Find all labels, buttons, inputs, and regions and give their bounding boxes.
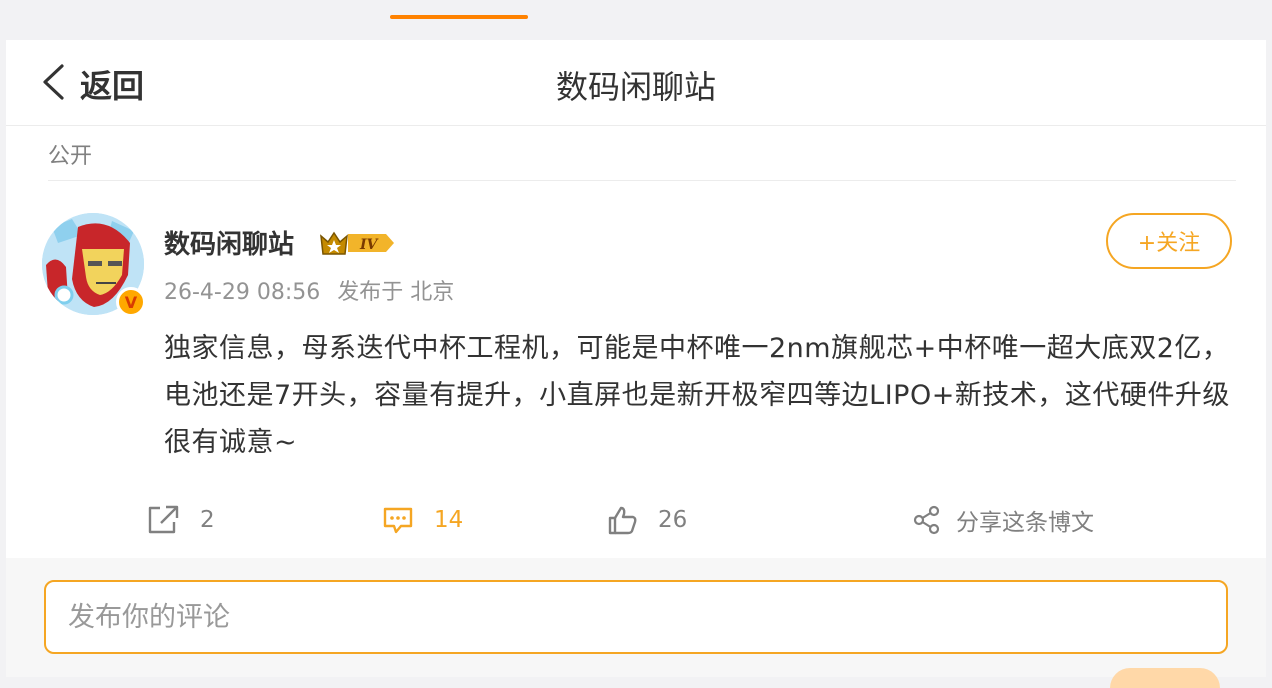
repost-count: 2 — [200, 507, 215, 533]
share-label: 分享这条博文 — [956, 510, 1094, 536]
send-button-edge[interactable] — [1110, 668, 1220, 688]
share-button[interactable]: 分享这条博文 — [912, 492, 1094, 548]
repost-icon — [148, 505, 179, 534]
header-bar: 返回 数码闲聊站 — [6, 40, 1266, 126]
follow-button[interactable]: +关注 — [1106, 213, 1232, 269]
comment-icon — [383, 507, 413, 534]
comment-input[interactable] — [44, 580, 1228, 654]
like-button[interactable]: 26 — [606, 492, 687, 548]
like-count: 26 — [658, 507, 688, 533]
comment-bar — [6, 558, 1266, 688]
author-name[interactable]: 数码闲聊站 — [164, 224, 294, 261]
comment-count: 14 — [434, 507, 464, 533]
repost-button[interactable]: 2 — [146, 492, 215, 548]
member-level-badge: IV — [318, 228, 398, 262]
level-text: IV — [359, 237, 380, 253]
post-content: 独家信息，母系迭代中杯工程机，可能是中杯唯一2nm旗舰芯+中杯唯一超大底双2亿，… — [164, 333, 1230, 458]
active-tab-indicator — [390, 15, 528, 19]
divider — [48, 180, 1236, 181]
top-tab-strip — [0, 0, 1272, 22]
page-title: 数码闲聊站 — [555, 68, 716, 106]
post-location: 发布于 北京 — [337, 280, 455, 305]
post-action-bar: 2 14 26 分享这条博文 — [6, 492, 1266, 548]
post-detail-card: 返回 数码闲聊站 公开 V 数码闲聊站 IV 26-4-29 08:56 发布于… — [6, 40, 1266, 688]
verified-badge: V — [116, 287, 146, 317]
crown-icon — [320, 231, 348, 255]
visibility-label: 公开 — [48, 144, 93, 169]
thumbs-up-icon — [608, 506, 637, 535]
post-timestamp: 26-4-29 08:56 — [164, 280, 321, 305]
share-icon — [913, 505, 940, 535]
comment-button[interactable]: 14 — [382, 492, 463, 548]
post-meta: 26-4-29 08:56 发布于 北京 — [164, 274, 454, 306]
